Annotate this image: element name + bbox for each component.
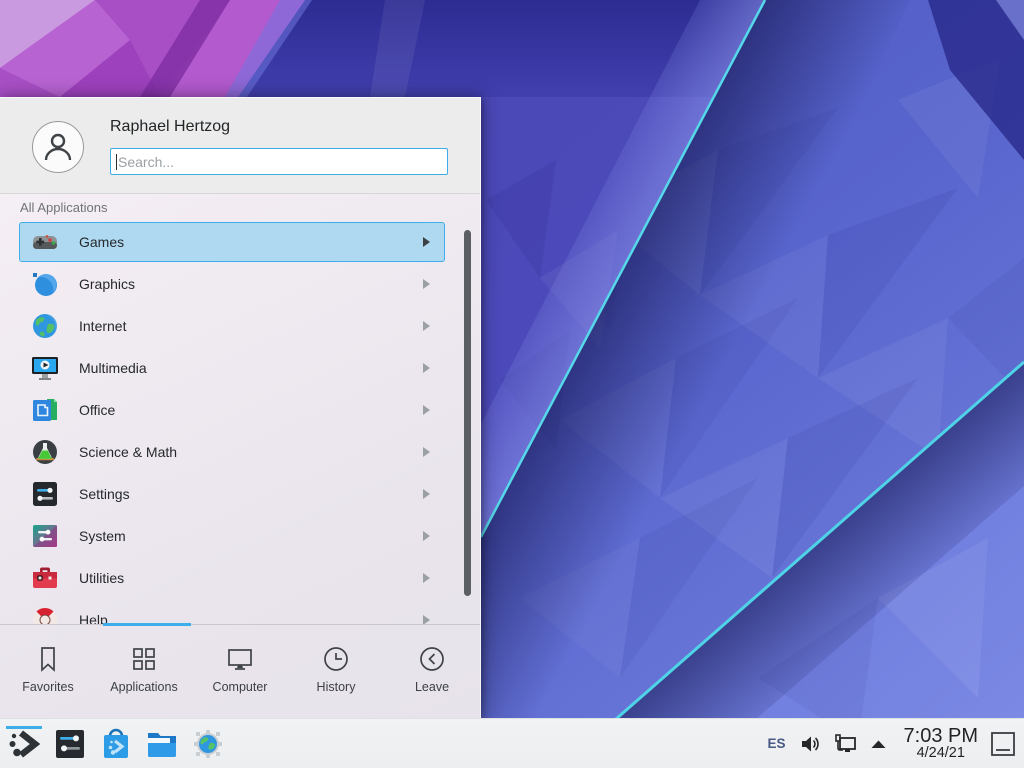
taskbar-panel: ES [0,718,1024,768]
tab-label: Applications [110,680,177,694]
show-desktop-button[interactable] [990,730,1016,758]
search-input[interactable]: Search... [110,148,448,175]
expand-tray-arrow-icon[interactable] [870,739,887,749]
launcher-tab-bar: Favorites Applications Computer [0,624,480,718]
category-system[interactable]: System [19,516,445,556]
category-label: Settings [79,486,130,502]
category-label: Science & Math [79,444,177,460]
keyboard-layout-indicator[interactable]: ES [768,736,786,751]
volume-icon[interactable] [800,735,820,753]
tab-label: Leave [415,680,449,694]
submenu-arrow-icon [423,237,430,247]
system-sliders-icon [31,522,59,550]
globe-icon [31,312,59,340]
category-label: Office [79,402,115,418]
tab-computer[interactable]: Computer [192,625,288,718]
category-help[interactable]: Help [19,600,445,625]
kde-launcher-icon [8,729,40,759]
user-icon [41,130,75,164]
category-label: Multimedia [79,360,147,376]
clock-time: 7:03 PM [904,726,978,746]
system-settings-button[interactable] [52,723,88,765]
dolphin-button[interactable] [144,723,180,765]
category-multimedia[interactable]: Multimedia [19,348,445,388]
graphics-ball-icon [31,270,59,298]
application-launcher-button[interactable] [6,723,42,765]
section-label: All Applications [20,200,107,215]
system-settings-icon [55,728,85,760]
utilities-toolbox-icon [31,564,59,592]
tab-leave[interactable]: Leave [384,625,480,718]
user-name: Raphael Hertzog [110,118,230,136]
konqueror-button[interactable] [190,723,226,765]
system-tray: ES [768,726,1017,761]
submenu-arrow-icon [423,321,430,331]
active-task-indicator [6,726,42,729]
submenu-arrow-icon [423,279,430,289]
category-internet[interactable]: Internet [19,306,445,346]
launcher-header: Raphael Hertzog Search... [0,98,480,194]
bookmark-icon [33,644,63,674]
tab-label: Favorites [22,680,73,694]
submenu-arrow-icon [423,531,430,541]
grid-icon [129,644,159,674]
category-label: Utilities [79,570,124,586]
settings-sliders-icon [31,480,59,508]
discover-icon [101,728,131,760]
clock-date: 4/24/21 [904,746,978,761]
category-office[interactable]: Office [19,390,445,430]
leave-icon [417,644,447,674]
science-flask-icon [31,438,59,466]
dolphin-folder-icon [146,729,178,759]
submenu-arrow-icon [423,573,430,583]
konqueror-globe-gear-icon [193,729,223,759]
user-avatar[interactable] [32,121,84,173]
monitor-icon [225,644,255,674]
gamepad-icon [31,228,59,256]
category-label: Games [79,234,124,250]
office-documents-icon [31,396,59,424]
multimedia-monitor-icon [31,354,59,382]
active-tab-indicator [103,623,191,626]
show-desktop-icon [990,731,1016,757]
category-utilities[interactable]: Utilities [19,558,445,598]
network-icon[interactable] [833,734,857,754]
discover-button[interactable] [98,723,134,765]
search-placeholder: Search... [118,154,174,170]
tab-favorites[interactable]: Favorites [0,625,96,718]
category-label: Internet [79,318,126,334]
category-science-math[interactable]: Science & Math [19,432,445,472]
scrollbar-thumb[interactable] [464,230,471,596]
category-label: System [79,528,126,544]
tab-applications[interactable]: Applications [96,625,192,718]
submenu-arrow-icon [423,447,430,457]
tab-label: History [317,680,356,694]
category-games[interactable]: Games [19,222,445,262]
digital-clock[interactable]: 7:03 PM 4/24/21 [904,726,978,761]
clock-icon [321,644,351,674]
category-label: Graphics [79,276,135,292]
tab-label: Computer [213,680,268,694]
text-caret [116,154,117,170]
application-launcher-popup: Raphael Hertzog Search... All Applicatio… [0,97,481,718]
submenu-arrow-icon [423,363,430,373]
category-graphics[interactable]: Graphics [19,264,445,304]
help-lifebuoy-icon [31,606,59,625]
desktop: Raphael Hertzog Search... All Applicatio… [0,0,1024,768]
tab-history[interactable]: History [288,625,384,718]
category-list: Games Graphics [0,222,480,625]
category-settings[interactable]: Settings [19,474,445,514]
submenu-arrow-icon [423,489,430,499]
submenu-arrow-icon [423,405,430,415]
